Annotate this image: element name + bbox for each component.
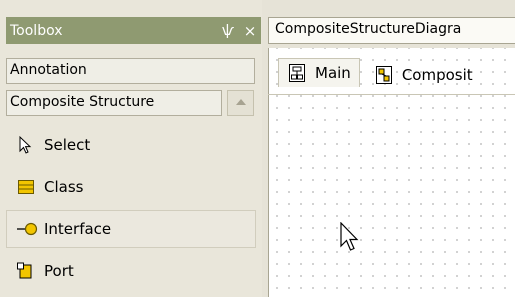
group-header-label: Composite Structure (10, 94, 155, 110)
interface-lollipop-icon (16, 219, 40, 239)
tool-label: Port (44, 262, 74, 280)
class-icon (16, 177, 36, 197)
toolbox-panel: Toolbox ѱ × Annotation Composite Structu… (0, 0, 262, 297)
port-icon (16, 261, 36, 281)
tool-label: Select (44, 136, 91, 154)
tab-label: Composit (401, 65, 473, 84)
close-icon[interactable]: × (239, 22, 261, 40)
scroll-up-button[interactable] (227, 90, 254, 116)
group-header-annotation[interactable]: Annotation (6, 58, 255, 84)
tool-select[interactable]: Select (6, 126, 256, 164)
group-header-label: Annotation (10, 62, 87, 78)
main-diagram-icon (287, 63, 307, 83)
document-area: CompositeStructureDiagra Main Composit (262, 0, 515, 297)
pin-icon[interactable]: ѱ (217, 23, 239, 39)
tool-label: Interface (44, 220, 112, 238)
mouse-cursor-icon (340, 222, 359, 251)
view-tab-divider (268, 94, 515, 95)
tool-port[interactable]: Port (6, 252, 256, 290)
tool-label: Class (44, 178, 84, 196)
group-header-composite-structure[interactable]: Composite Structure (6, 90, 222, 116)
view-tabs: Main Composit (278, 58, 473, 87)
arrow-pointer-icon (16, 135, 36, 155)
tool-interface[interactable]: Interface (6, 210, 256, 248)
composite-diagram-icon (374, 65, 394, 85)
toolbox-title-bar: Toolbox ѱ × (6, 17, 261, 44)
tab-main[interactable]: Main (278, 58, 360, 87)
tab-label: Main (315, 64, 351, 82)
document-tab-title: CompositeStructureDiagra (275, 21, 462, 37)
tab-composite[interactable]: Composit (374, 58, 473, 87)
toolbox-title: Toolbox (10, 22, 63, 39)
document-tab[interactable]: CompositeStructureDiagra (268, 17, 515, 44)
tool-class[interactable]: Class (6, 168, 256, 206)
